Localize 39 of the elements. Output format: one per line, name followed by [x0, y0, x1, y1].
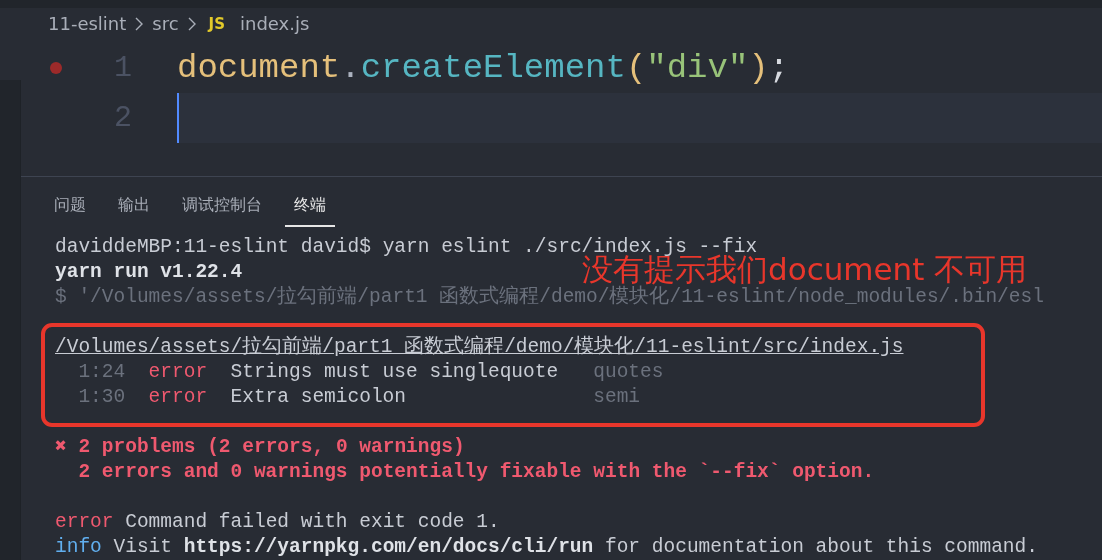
code-paren: ) [748, 48, 769, 87]
text-cursor [177, 92, 179, 143]
code-punctuation: . [340, 48, 361, 87]
error-summary: 2 problems (2 errors, 0 warnings) [78, 435, 465, 460]
rule-name: semi [593, 385, 641, 410]
problem-location: 1:30 [78, 385, 127, 410]
problem-location: 1:24 [78, 360, 127, 385]
panel-tab[interactable]: 问题 [45, 191, 95, 227]
panel-tab[interactable]: 调试控制台 [173, 191, 271, 227]
code-punctuation: ; [768, 48, 790, 87]
rule-name: quotes [593, 360, 664, 385]
error-label: error [55, 510, 114, 535]
problem-message: Extra semicolon [230, 385, 408, 410]
breadcrumb-item[interactable]: src [152, 13, 179, 35]
problem-message: Strings must use singlequote [230, 360, 560, 385]
terminal-text: for documentation about this command. [604, 535, 1038, 560]
terminal-text: Command failed with exit code 1. [125, 510, 500, 535]
breakpoint-dot[interactable] [50, 61, 62, 74]
chevron-icon [187, 16, 196, 31]
breadcrumb-item[interactable]: 11-eslint [48, 13, 127, 35]
code-method: createElement [360, 48, 626, 87]
panel-tab[interactable]: 输出 [109, 191, 159, 227]
terminal-text: Visit [113, 535, 172, 560]
info-label: info [55, 535, 102, 560]
chevron-icon [135, 16, 144, 31]
code-identifier: document [177, 48, 341, 87]
breadcrumb-item[interactable]: index.js [240, 13, 310, 35]
terminal-text: yarn run v1.22.4 [55, 260, 243, 285]
panel-tab[interactable]: 终端 [285, 191, 335, 227]
cross-icon: ✖ [55, 435, 67, 460]
severity-label: error [148, 360, 209, 385]
terminal-text: $ '/Volumes/assets/拉勾前端/part1 函数式编程/demo/模块化/11-eslint/node_modules/.bin/esl [55, 285, 1044, 310]
error-summary: 2 errors and 0 warnings potentially fixable with the `--fix` option. [78, 460, 875, 485]
severity-label: error [148, 385, 209, 410]
code-paren: ( [625, 48, 647, 87]
file-type-icon: JS [208, 14, 225, 33]
code-string: "div" [646, 48, 749, 87]
file-path: /Volumes/assets/拉勾前端/part1 函数式编程/demo/模块化/11-eslint/src/index.js [55, 335, 904, 360]
terminal-text: https://yarnpkg.com/en/docs/cli/run [183, 535, 594, 560]
